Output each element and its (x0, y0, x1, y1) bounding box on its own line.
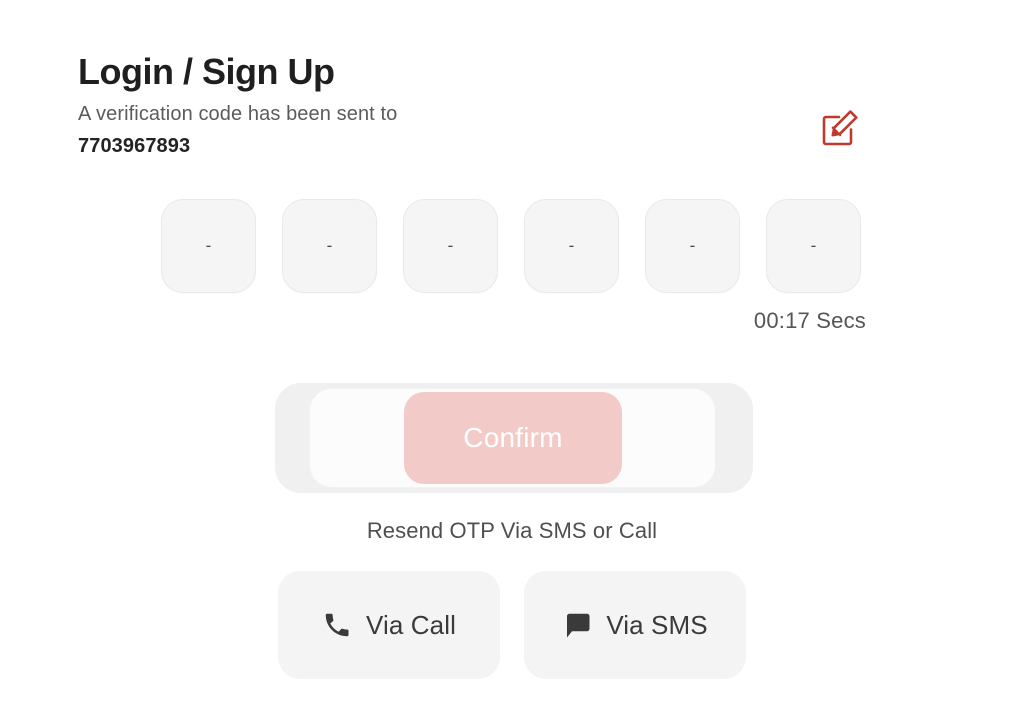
confirm-button[interactable]: Confirm (404, 392, 622, 484)
phone-number: 7703967893 (78, 135, 191, 157)
page-title: Login / Sign Up (78, 51, 335, 93)
verification-message-block: A verification code has been sent to 770… (78, 98, 698, 162)
chat-bubble-icon (562, 610, 592, 640)
resend-instruction-label: Resend OTP Via SMS or Call (366, 518, 658, 543)
login-signup-screen: Login / Sign Up A verification code has … (0, 0, 1024, 706)
resend-via-call-label: Via Call (366, 609, 456, 640)
resend-via-call-button[interactable]: Via Call (278, 571, 500, 679)
resend-via-sms-label: Via SMS (606, 609, 708, 640)
otp-digit-2[interactable]: - (282, 199, 377, 293)
resend-options-row: Via Call Via SMS (0, 571, 1024, 679)
resend-via-sms-button[interactable]: Via SMS (524, 571, 746, 679)
verification-message: A verification code has been sent to (78, 103, 398, 125)
phone-icon (322, 610, 352, 640)
otp-digit-3[interactable]: - (403, 199, 498, 293)
otp-digit-4[interactable]: - (524, 199, 619, 293)
edit-phone-number-button[interactable] (812, 100, 868, 156)
edit-pencil-square-icon (816, 104, 864, 152)
otp-digit-1[interactable]: - (161, 199, 256, 293)
otp-countdown-timer: 00:17 Secs (753, 308, 866, 333)
otp-input-row: - - - - - - (161, 199, 861, 293)
otp-digit-6[interactable]: - (766, 199, 861, 293)
otp-digit-5[interactable]: - (645, 199, 740, 293)
